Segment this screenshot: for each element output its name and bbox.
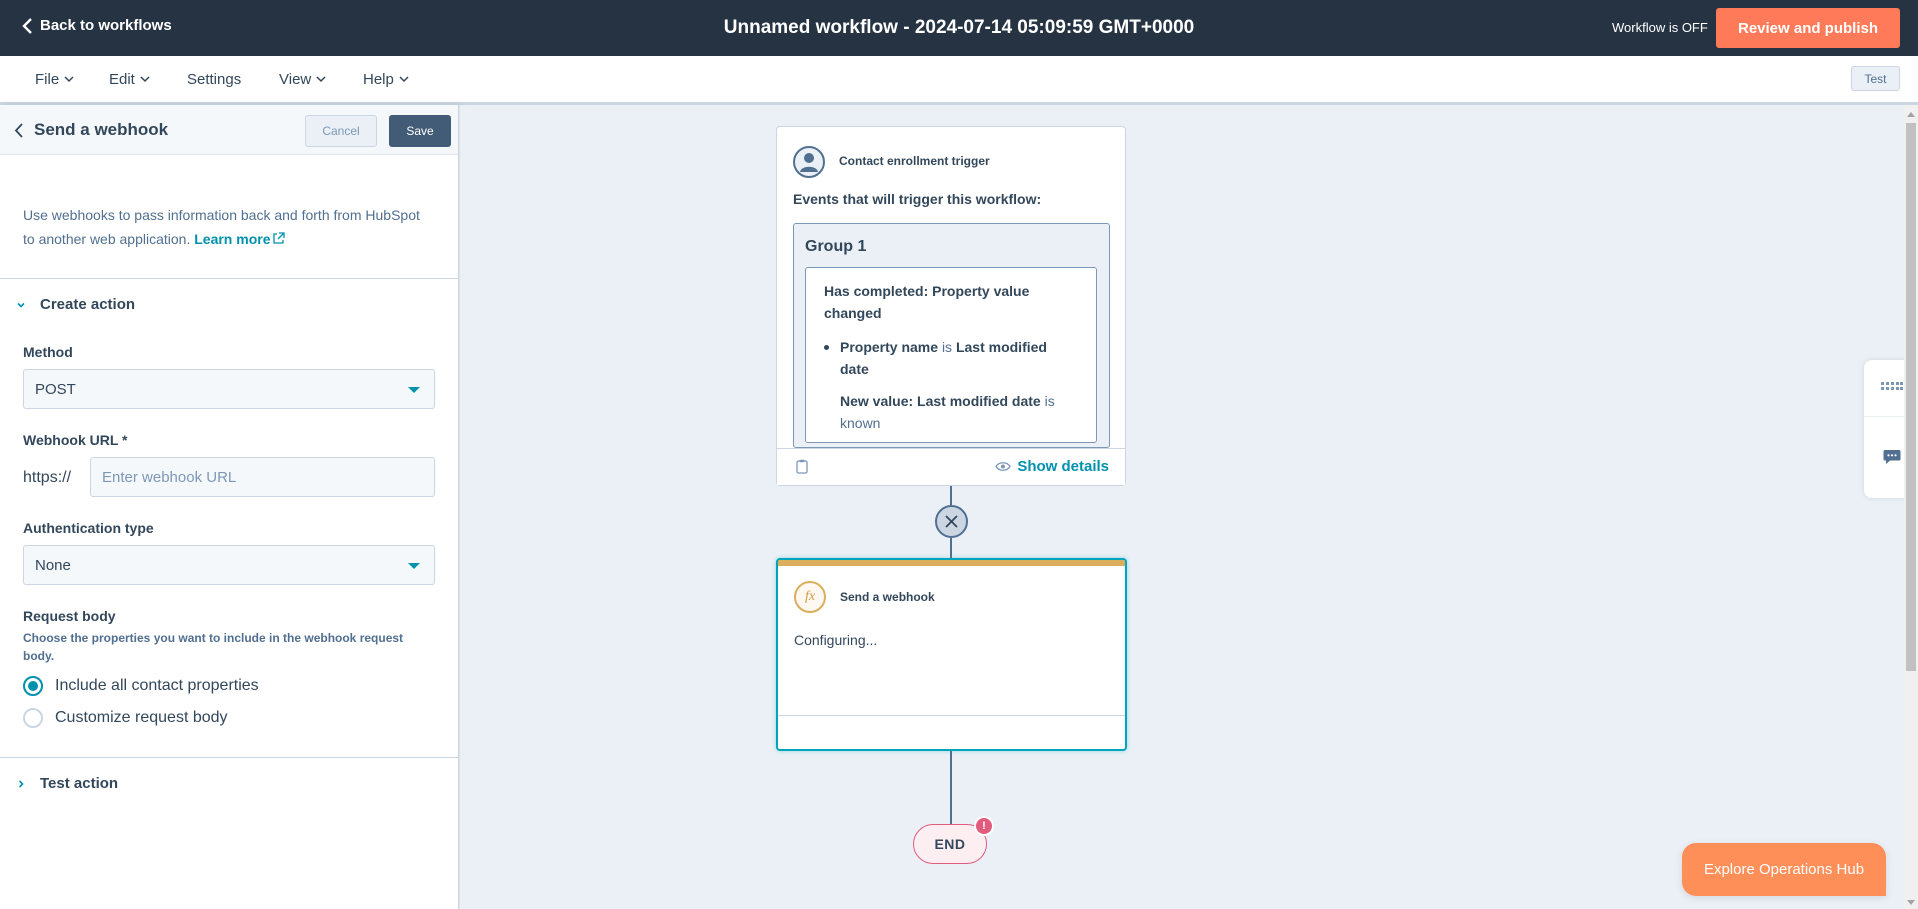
chevron-left-icon — [14, 122, 23, 138]
canvas-scrollbar[interactable] — [1904, 105, 1918, 909]
delete-connection-button[interactable] — [935, 505, 968, 538]
create-action-label: Create action — [40, 296, 136, 313]
top-bar: Back to workflows Unnamed workflow - 202… — [0, 0, 1918, 56]
radio-include-all[interactable]: Include all contact properties — [23, 676, 259, 696]
review-and-publish-button[interactable]: Review and publish — [1716, 8, 1900, 48]
webhook-url-input[interactable] — [90, 457, 435, 497]
panel-back-button[interactable]: Send a webhook — [14, 120, 168, 140]
panel-header: Send a webhook Cancel Save — [0, 105, 458, 155]
radio-customize-label: Customize request body — [55, 709, 228, 726]
trigger-footer: Show details — [777, 448, 1125, 485]
eye-icon — [995, 462, 1012, 471]
method-label: Method — [23, 344, 73, 360]
create-action-toggle[interactable]: Create action — [16, 296, 135, 313]
events-label: Events that will trigger this workflow: — [793, 191, 1042, 207]
radio-customize[interactable]: Customize request body — [23, 708, 228, 728]
radio-include-all-label: Include all contact properties — [55, 677, 259, 694]
request-body-help: Choose the properties you want to includ… — [23, 631, 404, 663]
keyboard-shortcuts-icon[interactable] — [1881, 382, 1903, 392]
url-prefix: https:// — [23, 469, 72, 486]
menu-file-label: File — [35, 71, 60, 88]
action-footer-divider — [778, 715, 1125, 716]
workflow-canvas[interactable]: Contact enrollment trigger Events that w… — [460, 105, 1904, 909]
intro-text: Use webhooks to pass information back an… — [23, 203, 423, 251]
chevron-down-icon — [316, 76, 326, 83]
function-icon: fx — [794, 581, 826, 613]
scroll-up-arrow[interactable] — [1907, 112, 1915, 117]
show-details-link[interactable]: Show details — [995, 458, 1109, 475]
action-title: Send a webhook — [840, 590, 935, 604]
menu-settings-label: Settings — [187, 71, 242, 88]
menu-edit[interactable]: Edit — [109, 71, 150, 88]
filter-new-value: known — [840, 415, 881, 431]
chevron-down-icon — [17, 302, 25, 308]
test-button[interactable]: Test — [1851, 66, 1900, 91]
test-action-toggle[interactable]: Test action — [16, 775, 118, 792]
webhook-url-label: Webhook URL * — [23, 432, 128, 448]
filter-operator: is — [941, 339, 953, 355]
connector-line — [950, 538, 952, 558]
enrollment-trigger-card[interactable]: Contact enrollment trigger Events that w… — [776, 126, 1126, 486]
cancel-button[interactable]: Cancel — [305, 115, 377, 147]
trigger-title: Contact enrollment trigger — [839, 154, 990, 168]
filter-new-value-label: New value: Last modified date — [840, 393, 1041, 409]
menu-help-label: Help — [363, 71, 394, 88]
external-link-icon — [273, 232, 286, 244]
filter-criteria: Has completed: Property value changed Pr… — [805, 267, 1097, 443]
radio-button-checked[interactable] — [23, 676, 43, 696]
menu-help[interactable]: Help — [363, 71, 409, 88]
alert-icon[interactable]: ! — [974, 816, 994, 836]
action-color-bar — [778, 560, 1125, 566]
caret-down-icon — [408, 387, 420, 393]
filter-new-value-condition: New value: Last modified date is known — [824, 390, 1078, 434]
divider — [0, 278, 458, 279]
comment-icon[interactable] — [1883, 449, 1901, 465]
webhook-action-card[interactable]: fx Send a webhook Configuring... — [776, 558, 1127, 751]
auth-type-value: None — [35, 557, 71, 574]
filter-group: Group 1 Has completed: Property value ch… — [793, 223, 1110, 448]
clipboard-icon[interactable] — [796, 459, 808, 474]
learn-more-label: Learn more — [194, 231, 271, 247]
menu-edit-label: Edit — [109, 71, 135, 88]
chevron-down-icon — [399, 76, 409, 83]
chevron-down-icon — [140, 76, 150, 83]
action-config-panel: Send a webhook Cancel Save Use webhooks … — [0, 105, 459, 909]
scroll-down-arrow[interactable] — [1907, 900, 1915, 905]
chevron-down-icon — [64, 76, 74, 83]
scroll-thumb[interactable] — [1906, 123, 1916, 671]
menu-bar: File Edit Settings View Help Test — [0, 56, 1918, 105]
contact-icon — [793, 146, 825, 178]
filter-head: Has completed: Property value changed — [824, 283, 1030, 321]
test-action-label: Test action — [40, 775, 119, 792]
workflow-status: Workflow is OFF — [1612, 20, 1708, 35]
menu-view-label: View — [279, 71, 312, 88]
menu-file[interactable]: File — [35, 71, 74, 88]
request-body-label: Request body — [23, 608, 116, 624]
caret-down-icon — [408, 563, 420, 569]
panel-title: Send a webhook — [34, 120, 169, 139]
method-select[interactable]: POST — [23, 369, 435, 409]
radio-button[interactable] — [23, 708, 43, 728]
divider — [0, 757, 458, 758]
save-button[interactable]: Save — [389, 115, 451, 147]
action-status: Configuring... — [794, 632, 878, 648]
filter-new-operator: is — [1044, 393, 1055, 409]
filter-property-label: Property name — [840, 339, 939, 355]
method-value: POST — [35, 381, 76, 398]
filter-property-condition: Property name is Last modified date — [824, 336, 1078, 380]
connector-line — [950, 751, 952, 824]
learn-more-link[interactable]: Learn more — [194, 231, 286, 247]
menu-settings[interactable]: Settings — [187, 71, 241, 88]
chevron-right-icon — [18, 779, 24, 788]
menu-view[interactable]: View — [279, 71, 326, 88]
explore-operations-hub-button[interactable]: Explore Operations Hub — [1682, 843, 1886, 896]
group-title: Group 1 — [805, 238, 867, 255]
auth-type-label: Authentication type — [23, 520, 154, 536]
connector-line — [950, 486, 952, 505]
show-details-label: Show details — [1017, 458, 1109, 475]
close-icon — [945, 515, 958, 528]
auth-type-select[interactable]: None — [23, 545, 435, 585]
